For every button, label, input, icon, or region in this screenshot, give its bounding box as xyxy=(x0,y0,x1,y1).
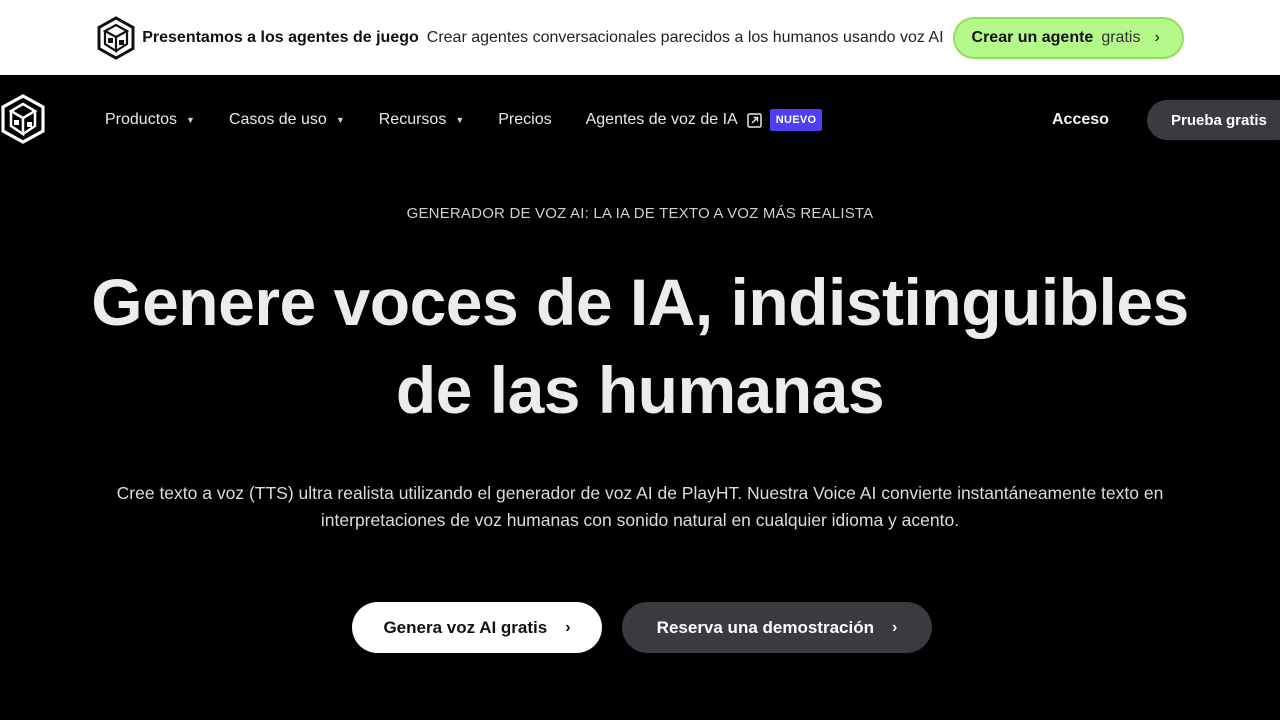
nav-item-productos[interactable]: Productos ▼ xyxy=(105,111,195,129)
nav-item-precios[interactable]: Precios xyxy=(498,111,551,129)
chevron-right-icon: › xyxy=(891,618,898,636)
nav-item-label: Casos de uso xyxy=(228,111,327,128)
hero-eyebrow: GENERADOR DE VOZ AI: LA IA DE TEXTO A VO… xyxy=(406,205,874,222)
create-agent-free-label: gratis xyxy=(1101,28,1141,46)
create-agent-button[interactable]: Crear un agente gratis › xyxy=(952,16,1184,59)
new-badge: NUEVO xyxy=(769,109,823,131)
headline-line-2: de las humanas xyxy=(395,353,885,427)
nav-item-label: Agentes de voz de IA xyxy=(585,111,738,128)
generate-voice-button[interactable]: Genera voz AI gratis › xyxy=(352,602,602,653)
create-agent-label: Crear un agente xyxy=(971,28,1094,46)
book-demo-button[interactable]: Reserva una demostración › xyxy=(622,602,932,653)
external-link-icon xyxy=(746,112,762,128)
nav-menu: Productos ▼ Casos de uso ▼ Recursos ▼ Pr… xyxy=(105,105,856,135)
announcement-title: Presentamos a los agentes de juego xyxy=(142,28,419,46)
subtitle-line-1: Cree texto a voz (TTS) ultra realista ut… xyxy=(116,483,1164,503)
headline-line-1: Genere voces de IA, indistinguibles xyxy=(91,265,1189,339)
hero-subtitle: Cree texto a voz (TTS) ultra realista ut… xyxy=(60,480,1220,534)
nav-item-casos-de-uso[interactable]: Casos de uso ▼ xyxy=(229,111,345,129)
caret-down-icon: ▼ xyxy=(186,115,195,125)
playht-logo-icon xyxy=(96,15,136,60)
book-demo-label: Reserva una demostración xyxy=(656,617,874,637)
caret-down-icon: ▼ xyxy=(455,115,465,125)
main-navigation: Productos ▼ Casos de uso ▼ Recursos ▼ Pr… xyxy=(0,75,1280,165)
site-logo[interactable] xyxy=(0,93,46,145)
caret-down-icon: ▼ xyxy=(335,115,345,125)
login-link[interactable]: Acceso xyxy=(1052,111,1109,129)
generate-voice-label: Genera voz AI gratis xyxy=(383,617,548,637)
subtitle-line-2: interpretaciones de voz humanas con soni… xyxy=(320,510,960,530)
announcement-text: Crear agentes conversacionales parecidos… xyxy=(426,28,944,46)
chevron-right-icon: › xyxy=(1154,28,1160,46)
announcement-bar: Presentamos a los agentes de juego Crear… xyxy=(0,0,1280,75)
nav-item-label: Precios xyxy=(498,111,552,128)
free-trial-button[interactable]: Prueba gratis xyxy=(1147,100,1280,140)
nav-item-label: Productos xyxy=(105,111,178,128)
nav-item-label: Recursos xyxy=(378,111,447,128)
playht-logo-icon xyxy=(1,94,45,144)
chevron-right-icon: › xyxy=(565,618,571,636)
nav-item-recursos[interactable]: Recursos ▼ xyxy=(379,111,465,129)
hero-headline: Genere voces de IA, indistinguibles de l… xyxy=(0,258,1280,434)
nav-item-agentes-de-voz[interactable]: Agentes de voz de IA NUEVO xyxy=(586,109,823,131)
